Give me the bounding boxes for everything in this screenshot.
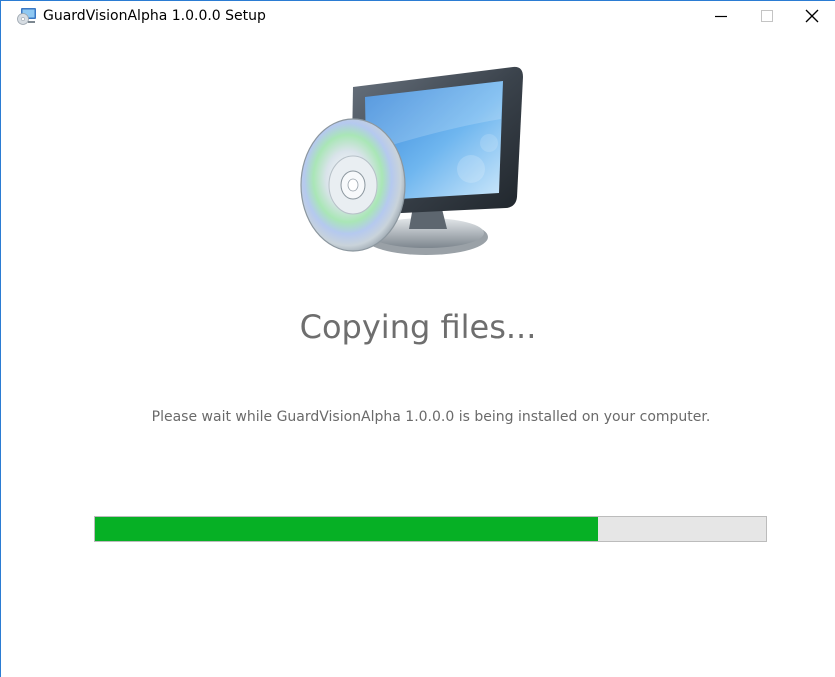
status-description: Please wait while GuardVisionAlpha 1.0.0… [151,409,711,425]
minimize-icon [715,15,727,18]
window-title: GuardVisionAlpha 1.0.0.0 Setup [43,8,266,24]
install-progress-fill [95,517,599,541]
maximize-button[interactable] [744,1,790,31]
install-progress-bar [94,516,767,542]
status-heading: Copying files... [299,308,537,346]
close-button[interactable] [789,1,835,31]
setup-window: GuardVisionAlpha 1.0.0.0 Setup Copying f… [0,0,835,677]
close-icon [805,9,819,23]
title-bar[interactable]: GuardVisionAlpha 1.0.0.0 Setup [1,1,835,31]
minimize-button[interactable] [698,1,744,31]
maximize-icon [761,10,773,22]
installer-computer-disc-icon [300,66,523,255]
installer-disk-icon [17,8,36,25]
